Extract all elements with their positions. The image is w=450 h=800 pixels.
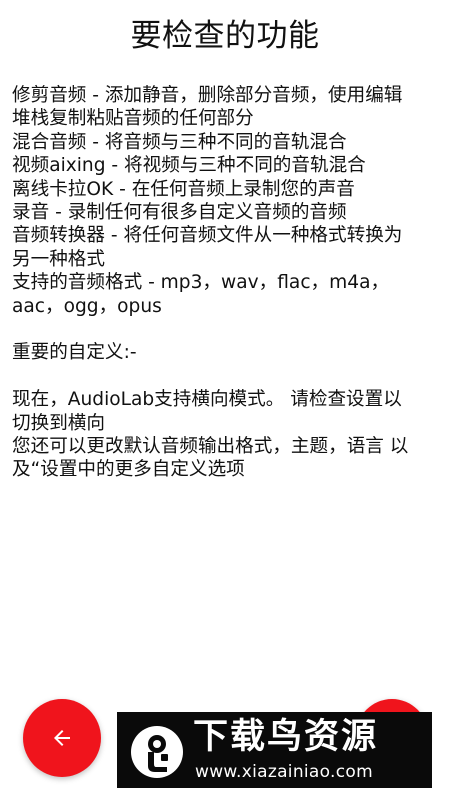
text-line: 切换到横向 — [12, 412, 105, 434]
text-line: 混合音频 - 将音频与三种不同的音轨混合 — [12, 131, 347, 153]
watermark-url: www.xiazainiao.com — [195, 762, 373, 782]
arrow-left-icon — [54, 730, 70, 746]
text-line: 修剪音频 - 添加静音，删除部分音频，使用编辑 — [12, 85, 403, 106]
text-line: 视频aixing - 将视频与三种不同的音轨混合 — [12, 155, 366, 177]
text-line: 现在，AudioLab支持横向模式。 请检查设置以 — [12, 389, 402, 411]
text-line: aac，ogg，opus — [12, 295, 162, 317]
back-button[interactable] — [23, 699, 101, 777]
text-line: 音频转换器 - 将任何音频文件从一种格式转换为 — [12, 225, 403, 247]
text-line: 及“设置中的更多自定义选项 — [12, 459, 245, 481]
page-title: 要检查的功能 — [130, 18, 320, 54]
bird-logo-icon — [131, 726, 183, 778]
watermark-banner: 下载鸟资源 www.xiazainiao.com — [117, 712, 432, 788]
text-line: 堆栈复制粘贴音频的任何部分 — [12, 108, 254, 130]
text-line: 离线卡拉OK - 在任何音频上录制您的声音 — [12, 178, 355, 200]
text-line: 录音 - 录制任何有很多自定义音频的音频 — [12, 202, 347, 224]
text-line: 您还可以更改默认音频输出格式，主题，语言 以 — [12, 436, 409, 458]
text-line: 另一种格式 — [12, 248, 105, 270]
text-line: 重要的自定义:- — [12, 342, 137, 364]
feature-description: 修剪音频 - 添加静音，删除部分音频，使用编辑 堆栈复制粘贴音频的任何部分 混合… — [12, 84, 440, 482]
text-line: 支持的音频格式 - mp3，wav，flac，m4a， — [12, 272, 390, 294]
watermark-title: 下载鸟资源 — [193, 717, 379, 757]
